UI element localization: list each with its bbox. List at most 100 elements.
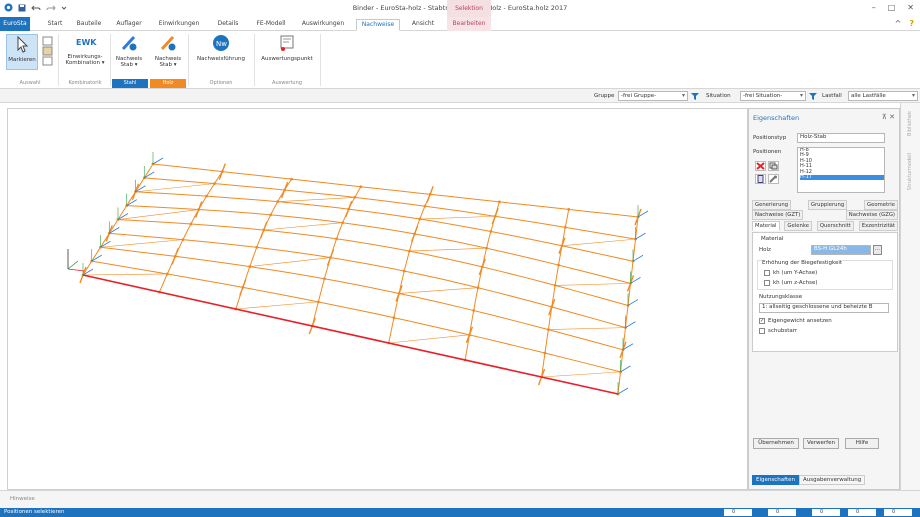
node-point[interactable] [472,309,476,312]
filter-gruppe-icon[interactable] [691,92,699,100]
tab-geometrie[interactable]: Geometrie [863,200,898,210]
diagonal-beam[interactable] [388,334,470,344]
node-point[interactable] [181,238,185,242]
markieren-button[interactable]: Markieren [6,34,38,70]
node-point[interactable] [546,328,550,331]
node-point[interactable] [402,269,406,273]
node-point[interactable] [567,208,571,211]
collapse-ribbon-icon[interactable]: ^ [895,19,902,28]
minimize-button[interactable]: – [872,3,876,12]
verwerfen-button[interactable]: Verwerfen [803,438,839,449]
node-point[interactable] [165,272,169,276]
tab-ansicht[interactable]: Ansicht [408,19,438,31]
beam-line[interactable] [152,163,639,218]
support-line[interactable] [620,365,631,373]
tab-generierung[interactable]: Generierung [752,200,792,210]
node-point[interactable] [359,185,363,189]
tab-bearbeiten[interactable]: Bearbeiten [447,17,491,31]
eigengewicht-checkbox[interactable]: ✓ [759,318,765,324]
front-edge-beam[interactable] [82,274,619,395]
support-line[interactable] [632,254,644,262]
beam-line[interactable] [109,232,626,329]
schubstarr-checkbox[interactable] [759,328,765,334]
selection-mode-icons[interactable] [42,36,54,66]
support-line[interactable] [627,299,639,306]
model-viewport[interactable] [7,108,748,490]
diagonal-beam[interactable] [419,215,496,220]
diagonal-beam[interactable] [249,257,331,267]
kh-y-checkbox[interactable] [764,270,770,276]
sidebar-item-strukturmodell[interactable]: Strukturmodell [907,153,913,190]
positionen-list[interactable]: H-8 H-9 H-10 H-11 H-12 H-17 [797,147,885,193]
help-icon[interactable]: ? [909,19,914,28]
tab-nachweise-gzt[interactable]: Nachweise (GZT) [752,210,804,220]
node-point[interactable] [316,300,320,304]
load-marker[interactable] [548,298,556,316]
tab-querschnitt[interactable]: Querschnitt [816,221,854,231]
x-axis[interactable] [67,268,85,272]
node-point[interactable] [255,245,259,249]
support-line[interactable] [625,321,636,328]
kh-z-checkbox[interactable] [764,280,770,286]
tab-details[interactable]: Details [214,19,242,31]
node-point[interactable] [485,246,488,250]
tab-bauteile[interactable]: Bauteile [74,19,104,31]
diagonal-beam[interactable] [117,209,199,220]
node-point[interactable] [557,263,560,267]
node-point[interactable] [269,213,273,217]
nutzungsklasse-select[interactable]: 1: allseitig geschlossene und beheizte B [759,303,889,313]
auswertungspunkt-button[interactable]: Auswertungspunkt [256,34,318,62]
support-line[interactable] [617,387,629,395]
lastfall-select[interactable]: alle Lastfälle [848,91,918,101]
beam-line[interactable] [464,201,500,361]
copy-position-button[interactable] [768,161,779,171]
node-point[interactable] [341,221,345,225]
ewk-button[interactable]: EWK Einwirkungs- Kombination ▾ [62,34,108,66]
diagonal-beam[interactable] [409,247,487,252]
tab-fe-modell[interactable]: FE-Modell [252,19,290,31]
nachweisfuehrung-button[interactable]: Nw Nachweisführung [192,34,250,62]
close-button[interactable]: ✕ [907,3,914,12]
diagonal-beam[interactable] [548,327,626,330]
support-line[interactable] [635,232,646,240]
tab-nachweise-gzg[interactable]: Nachweise (GZG) [845,210,898,220]
support-line[interactable] [152,157,164,165]
node-point[interactable] [213,182,216,186]
node-point[interactable] [489,230,493,233]
beam-line[interactable] [117,219,629,306]
diagonal-beam[interactable] [135,183,215,193]
node-point[interactable] [563,225,567,229]
y-axis[interactable] [67,260,79,270]
panel-pin-close[interactable]: ⊼ ✕ [882,113,895,121]
tab-exzentrizitaet[interactable]: Exzentrizität [858,221,898,231]
node-point[interactable] [553,284,557,287]
tools-position-button[interactable] [768,174,779,184]
structure-drawing[interactable] [8,109,749,491]
gruppe-select[interactable]: -frei Gruppe- [618,91,688,101]
tab-gelenke[interactable]: Gelenke [784,221,812,231]
node-point[interactable] [353,196,357,199]
node-point[interactable] [476,286,480,290]
diagonal-beam[interactable] [555,283,631,286]
export-position-button[interactable] [755,174,766,184]
node-point[interactable] [323,277,326,281]
tab-nachweise[interactable]: Nachweise [356,19,400,31]
node-point[interactable] [408,249,411,253]
filter-situation-icon[interactable] [809,92,817,100]
sidebar-item-bibliothek[interactable]: Bibliothek [907,111,913,136]
tab-einwirkungen[interactable]: Einwirkungen [154,19,204,31]
list-item-selected[interactable]: H-17 [800,174,884,181]
tab-auswirkungen[interactable]: Auswirkungen [298,19,348,31]
nachweis-stab-stahl-button[interactable]: Nachweis Stab ▾ [113,34,145,68]
diagonal-beam[interactable] [100,239,184,248]
node-point[interactable] [189,222,193,226]
diagonal-beam[interactable] [263,222,343,231]
diagonal-beam[interactable] [82,273,168,276]
node-point[interactable] [335,237,338,241]
node-point[interactable] [205,194,208,198]
node-point[interactable] [276,200,280,204]
node-point[interactable] [290,177,293,181]
uebernehmen-button[interactable]: Übernehmen [753,438,799,449]
beam-line[interactable] [91,260,621,373]
diagonal-beam[interactable] [399,287,479,294]
